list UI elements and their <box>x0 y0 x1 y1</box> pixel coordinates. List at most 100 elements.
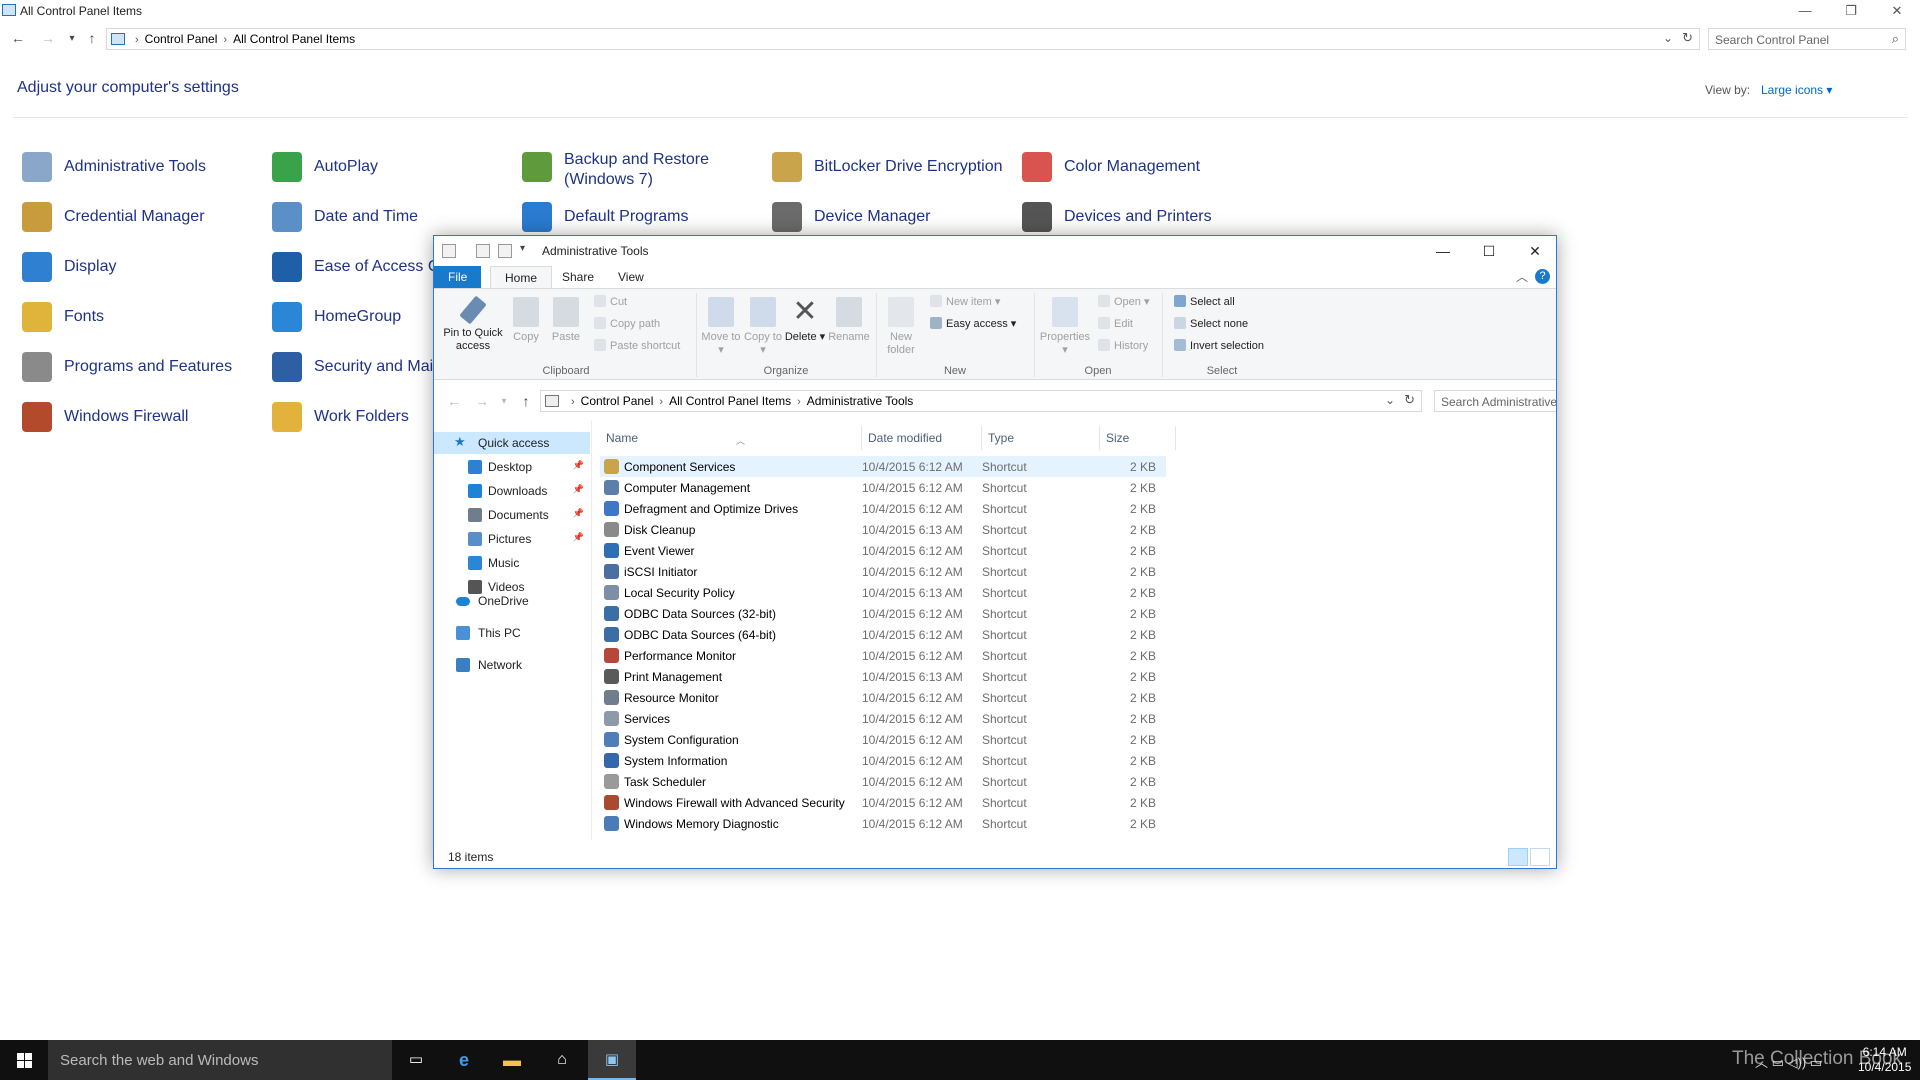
table-row[interactable]: ODBC Data Sources (32-bit) 10/4/2015 6:12… <box>600 603 1166 624</box>
nav-network[interactable]: Network <box>434 654 590 676</box>
nav-documents[interactable]: Documents 📌 <box>434 504 590 526</box>
nav-onedrive[interactable]: OneDrive <box>434 590 590 612</box>
cut-button[interactable]: Cut <box>594 295 627 308</box>
cp-item-windows-firewall[interactable]: Windows Firewall <box>22 400 262 436</box>
tab-home[interactable]: Home <box>490 266 553 288</box>
explorer-forward-arrow-icon[interactable]: → <box>474 393 490 409</box>
breadcrumb-all-items[interactable]: All Control Panel Items <box>233 32 355 46</box>
explorer-address-dropdown-icon[interactable]: ⌄ <box>1385 393 1395 407</box>
copy-path-button[interactable]: Copy path <box>594 317 660 330</box>
taskbar-clock[interactable]: 6:14 AM 10/4/2015 <box>1858 1045 1911 1075</box>
new-item-button[interactable]: New item ▾ <box>930 295 1000 308</box>
address-bar[interactable]: › Control Panel › All Control Panel Items ⌄… <box>106 28 1700 50</box>
system-tray-icons[interactable]: ︿ ▭ ◁)) ▭ <box>1755 1052 1822 1071</box>
qat-properties-icon[interactable] <box>476 244 490 258</box>
explorer-close-button[interactable]: ✕ <box>1512 236 1556 266</box>
view-by-dropdown[interactable]: Large icons ▾ <box>1761 83 1832 97</box>
explorer-up-arrow-icon[interactable]: ↑ <box>518 393 534 409</box>
control-panel-taskbar-icon[interactable]: ▣ <box>588 1040 636 1080</box>
tab-share[interactable]: Share <box>548 266 608 288</box>
search-control-panel-input[interactable]: Search Control Panel ⌕ <box>1708 28 1906 50</box>
copy-to-button[interactable]: Copy to ▾ <box>742 297 784 357</box>
cp-item-fonts[interactable]: Fonts <box>22 300 262 336</box>
pin-to-quick-access-button[interactable]: Pin to Quick access <box>440 295 506 353</box>
minimize-button[interactable]: — <box>1782 0 1828 22</box>
breadcrumb-control-panel[interactable]: Control Panel <box>581 394 654 408</box>
cp-item-autoplay[interactable]: AutoPlay <box>272 150 512 186</box>
table-row[interactable]: Resource Monitor 10/4/2015 6:12 AM Shortcu… <box>600 687 1166 708</box>
properties-button[interactable]: Properties ▾ <box>1038 297 1092 357</box>
help-icon[interactable]: ? <box>1535 269 1550 284</box>
breadcrumb-control-panel[interactable]: Control Panel <box>145 32 218 46</box>
table-row[interactable]: Services 10/4/2015 6:12 AM Shortcut 2 KB <box>600 708 1166 729</box>
breadcrumb-all-items[interactable]: All Control Panel Items <box>669 394 791 408</box>
taskbar-search-box[interactable]: Search the web and Windows <box>48 1040 392 1080</box>
table-row[interactable]: Computer Management 10/4/2015 6:12 AM Shor… <box>600 477 1166 498</box>
forward-arrow-icon[interactable]: → <box>40 30 56 46</box>
recent-locations-chevron-icon[interactable]: ▾ <box>64 33 80 44</box>
up-arrow-icon[interactable]: ↑ <box>84 30 100 46</box>
restore-button[interactable]: ❐ <box>1828 0 1874 22</box>
large-icons-view-button[interactable] <box>1530 848 1550 866</box>
cp-item-display[interactable]: Display <box>22 250 262 286</box>
table-row[interactable]: Print Management 10/4/2015 6:13 AM Shortcu… <box>600 666 1166 687</box>
column-header-name[interactable]: Name ︿ <box>600 426 862 450</box>
column-header-size[interactable]: Size <box>1100 426 1176 450</box>
nav-downloads[interactable]: Downloads 📌 <box>434 480 590 502</box>
delete-button[interactable]: ✕ Delete ▾ <box>784 297 826 344</box>
explorer-address-bar[interactable]: › Control Panel › All Control Panel Items › A… <box>540 390 1422 412</box>
select-none-button[interactable]: Select none <box>1174 317 1248 330</box>
tab-view[interactable]: View <box>604 266 658 288</box>
edge-browser-icon[interactable]: e <box>440 1040 488 1080</box>
explorer-back-arrow-icon[interactable]: ← <box>446 393 462 409</box>
cp-item-color-management[interactable]: Color Management <box>1022 150 1262 186</box>
cp-item-devices-and-printers[interactable]: Devices and Printers <box>1022 200 1262 236</box>
nav-pictures[interactable]: Pictures 📌 <box>434 528 590 550</box>
cp-item-backup-and-restore-windows-7[interactable]: Backup and Restore (Windows 7) <box>522 150 762 188</box>
nav-music[interactable]: Music <box>434 552 590 574</box>
pinned-icon[interactable]: 📌 <box>573 532 584 543</box>
qat-customize-chevron-icon[interactable]: ▾ <box>520 243 525 254</box>
address-dropdown-icon[interactable]: ⌄ <box>1663 31 1673 45</box>
column-header-type[interactable]: Type <box>982 426 1100 450</box>
explorer-refresh-icon[interactable]: ↻ <box>1404 392 1415 408</box>
search-administrative-tools-input[interactable]: Search Administrative Tools ⌕ <box>1434 390 1556 412</box>
move-to-button[interactable]: Move to ▾ <box>700 297 742 357</box>
explorer-minimize-button[interactable]: — <box>1420 236 1466 266</box>
copy-button[interactable]: Copy <box>506 297 546 344</box>
cp-item-administrative-tools[interactable]: Administrative Tools <box>22 150 262 186</box>
history-button[interactable]: History <box>1098 339 1148 352</box>
table-row[interactable]: iSCSI Initiator 10/4/2015 6:12 AM Shortcut… <box>600 561 1166 582</box>
table-row[interactable]: Task Scheduler 10/4/2015 6:12 AM Shortcut 2… <box>600 771 1166 792</box>
table-row[interactable]: System Information 10/4/2015 6:12 AM Short… <box>600 750 1166 771</box>
rename-button[interactable]: Rename <box>826 297 872 344</box>
table-row[interactable]: ODBC Data Sources (64-bit) 10/4/2015 6:12… <box>600 624 1166 645</box>
open-button[interactable]: Open ▾ <box>1098 295 1150 308</box>
pinned-icon[interactable]: 📌 <box>573 508 584 519</box>
table-row[interactable]: Defragment and Optimize Drives 10/4/2015 … <box>600 498 1166 519</box>
table-row[interactable]: Disk Cleanup 10/4/2015 6:13 AM Shortcut 2 K… <box>600 519 1166 540</box>
cp-item-date-and-time[interactable]: Date and Time <box>272 200 512 236</box>
cp-item-programs-and-features[interactable]: Programs and Features <box>22 350 262 386</box>
cp-item-bitlocker-drive-encryption[interactable]: BitLocker Drive Encryption <box>772 150 1012 186</box>
explorer-recent-chevron-icon[interactable]: ▾ <box>496 396 512 407</box>
refresh-icon[interactable]: ↻ <box>1682 30 1693 46</box>
table-row[interactable]: Performance Monitor 10/4/2015 6:12 AM Shor… <box>600 645 1166 666</box>
explorer-maximize-button[interactable]: ☐ <box>1466 236 1512 266</box>
pinned-icon[interactable]: 📌 <box>573 484 584 495</box>
nav-this-pc[interactable]: This PC <box>434 622 590 644</box>
tab-file[interactable]: File <box>434 266 482 288</box>
column-header-date[interactable]: Date modified <box>862 426 982 450</box>
close-button[interactable]: ✕ <box>1874 0 1920 22</box>
task-view-icon[interactable]: ▭ <box>392 1040 440 1080</box>
select-all-button[interactable]: Select all <box>1174 295 1235 308</box>
cp-item-default-programs[interactable]: Default Programs <box>522 200 762 236</box>
table-row[interactable]: Windows Firewall with Advanced Security 1… <box>600 792 1166 813</box>
minimize-ribbon-chevron-icon[interactable]: ︿ <box>1516 268 1528 285</box>
table-row[interactable]: Event Viewer 10/4/2015 6:12 AM Shortcut 2 K… <box>600 540 1166 561</box>
nav-desktop[interactable]: Desktop 📌 <box>434 456 590 478</box>
paste-button[interactable]: Paste <box>546 297 586 344</box>
qat-new-folder-icon[interactable] <box>498 244 512 258</box>
table-row[interactable]: Local Security Policy 10/4/2015 6:13 AM Sh… <box>600 582 1166 603</box>
pinned-icon[interactable]: 📌 <box>573 460 584 471</box>
